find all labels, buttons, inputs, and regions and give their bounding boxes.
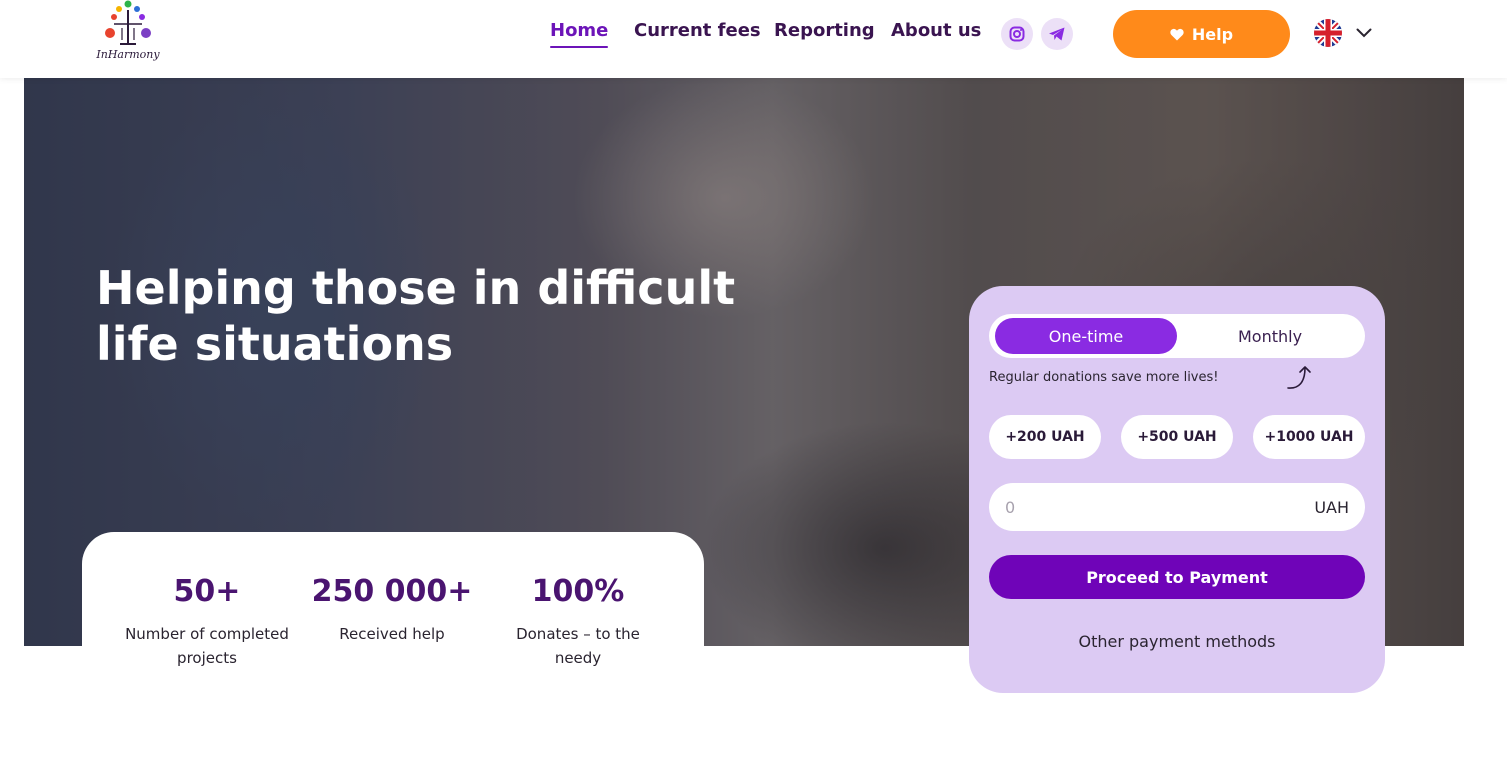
toggle-monthly[interactable]: Monthly (1179, 318, 1361, 354)
site-header: InHarmony Home Current fees Reporting Ab… (0, 0, 1507, 78)
amount-field: UAH (989, 483, 1365, 531)
amount-200-button[interactable]: +200 UAH (989, 415, 1101, 459)
amount-500-button[interactable]: +500 UAH (1121, 415, 1233, 459)
frequency-toggle: One-time Monthly (989, 314, 1365, 358)
nav-home[interactable]: Home (550, 20, 609, 48)
stat-value: 250 000+ (311, 574, 473, 609)
nav-about-us[interactable]: About us (891, 20, 981, 46)
stats-card: 50+ Number of completed projects 250 000… (82, 532, 704, 712)
logo-text: InHarmony (96, 48, 160, 61)
stat-label: Number of completed projects (125, 625, 289, 667)
other-payment-methods-link[interactable]: Other payment methods (989, 632, 1365, 651)
stat-value: 100% (531, 574, 625, 609)
help-button[interactable]: Help (1113, 10, 1290, 58)
chevron-down-icon (1356, 28, 1372, 38)
amount-1000-button[interactable]: +1000 UAH (1253, 415, 1365, 459)
telegram-link[interactable] (1041, 18, 1073, 50)
nav-current-fees[interactable]: Current fees (634, 20, 761, 46)
nav-reporting[interactable]: Reporting (774, 20, 875, 46)
logo-icon (105, 0, 151, 45)
help-button-label: Help (1191, 24, 1234, 44)
amount-input[interactable] (1005, 497, 1315, 517)
stat-projects: 50+ Number of completed projects (122, 572, 292, 670)
stat-value: 50+ (173, 574, 241, 609)
stat-label: Donates – to the needy (516, 625, 640, 667)
uk-flag-icon (1314, 19, 1342, 47)
telegram-icon (1049, 27, 1065, 41)
toggle-one-time[interactable]: One-time (995, 318, 1177, 354)
donation-note: Regular donations save more lives! (989, 370, 1219, 385)
heart-icon (1170, 28, 1184, 40)
logo[interactable]: InHarmony (92, 0, 164, 66)
stat-donates: 100% Donates – to the needy (498, 572, 658, 670)
language-selector[interactable] (1314, 16, 1384, 50)
proceed-to-payment-button[interactable]: Proceed to Payment (989, 555, 1365, 599)
instagram-icon (1009, 26, 1025, 42)
stat-received-help: 250 000+ Received help (307, 572, 477, 646)
instagram-link[interactable] (1001, 18, 1033, 50)
curved-arrow-icon (1287, 366, 1311, 389)
donation-card: One-time Monthly Regular donations save … (969, 286, 1385, 693)
currency-label: UAH (1314, 497, 1349, 517)
hero-title: Helping those in difficult life situatio… (96, 261, 736, 371)
stat-label: Received help (339, 625, 445, 643)
